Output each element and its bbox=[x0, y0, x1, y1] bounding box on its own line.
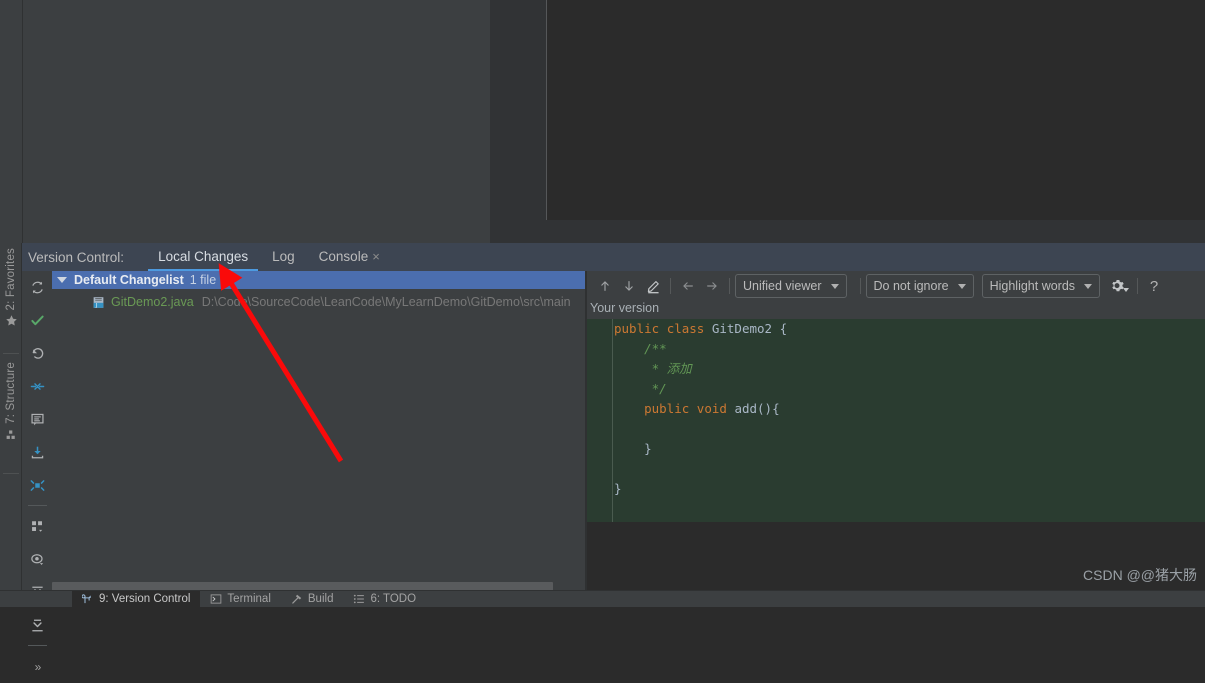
sidebar-item-favorites-label: 2: Favorites bbox=[5, 248, 17, 311]
commit-check-icon[interactable] bbox=[23, 304, 52, 337]
get-from-vcs-icon[interactable] bbox=[23, 436, 52, 469]
code-line: public void add(){ bbox=[614, 401, 780, 416]
chevron-down-icon bbox=[830, 283, 839, 289]
show-diff-icon[interactable] bbox=[23, 403, 52, 436]
gear-icon[interactable] bbox=[1108, 274, 1132, 298]
diff-toolbar: Unified viewer Do not ignore Highlight w… bbox=[587, 271, 1205, 301]
todo-icon bbox=[353, 593, 365, 605]
statusbar-item-version-control-label: 9: Version Control bbox=[99, 593, 191, 605]
tab-log-label: Log bbox=[272, 249, 295, 264]
rail-divider-1 bbox=[28, 505, 47, 506]
close-icon[interactable]: × bbox=[372, 243, 380, 271]
help-icon[interactable]: ? bbox=[1143, 278, 1165, 295]
refresh-icon[interactable] bbox=[23, 271, 52, 304]
table-row[interactable]: J GitDemo2.java D:\Code\SourceCode\LeanC… bbox=[52, 293, 585, 311]
arrow-up-icon[interactable] bbox=[593, 274, 617, 298]
code-line: */ bbox=[614, 381, 667, 396]
arrow-right-icon[interactable] bbox=[700, 274, 724, 298]
editor-pane-left bbox=[23, 0, 490, 243]
file-name: GitDemo2.java bbox=[111, 295, 194, 309]
statusbar-item-build[interactable]: Build bbox=[281, 591, 344, 608]
watermark: CSDN @@猪大肠 bbox=[1083, 567, 1197, 583]
rail-divider-2 bbox=[28, 645, 47, 646]
pencil-icon[interactable] bbox=[641, 274, 665, 298]
changelist-file-count: 1 file bbox=[189, 273, 217, 287]
diff-pane-label: Your version bbox=[590, 301, 660, 315]
toolbar-divider-2 bbox=[729, 278, 730, 294]
file-path: D:\Code\SourceCode\LeanCode\MyLearnDemo\… bbox=[201, 295, 571, 309]
editor-region bbox=[0, 0, 1205, 243]
local-changes-list: Default Changelist 1 file J GitDemo2.jav… bbox=[52, 271, 585, 607]
statusbar-item-version-control[interactable]: 9: Version Control bbox=[72, 590, 201, 608]
tab-console-label: Console bbox=[318, 249, 369, 264]
sidebar-item-structure[interactable]: 7: Structure bbox=[0, 362, 22, 446]
code-line: * 添加 bbox=[614, 361, 692, 376]
tab-local-changes-label: Local Changes bbox=[158, 249, 249, 264]
tab-log[interactable]: Log bbox=[260, 243, 307, 271]
code-line: public class GitDemo2 { bbox=[614, 321, 788, 336]
chevron-down-icon bbox=[1084, 283, 1093, 289]
preview-eye-icon[interactable] bbox=[23, 543, 52, 576]
toolbar-divider-1 bbox=[670, 278, 671, 294]
arrow-left-icon[interactable] bbox=[676, 274, 700, 298]
changelist-name: Default Changelist bbox=[74, 273, 184, 287]
editor-pane-right-footer bbox=[490, 220, 1205, 243]
terminal-icon bbox=[210, 593, 222, 605]
ignore-mode-label: Do not ignore bbox=[873, 279, 949, 293]
viewer-mode-dropdown[interactable]: Unified viewer bbox=[735, 274, 847, 298]
version-control-tabbar: Version Control: Local Changes Log Conso… bbox=[0, 243, 1205, 271]
vcs-icon bbox=[82, 593, 94, 605]
statusbar-item-todo[interactable]: 6: TODO bbox=[343, 591, 426, 608]
left-bar-divider bbox=[3, 353, 19, 354]
highlight-mode-dropdown[interactable]: Highlight words bbox=[981, 274, 1101, 298]
code-line: } bbox=[614, 441, 652, 456]
ignore-mode-dropdown[interactable]: Do not ignore bbox=[865, 274, 974, 298]
tool-window-title: Version Control: bbox=[28, 249, 125, 265]
bottom-tool-window-bar: 9: Version Control Terminal Build 6: TOD… bbox=[0, 590, 1205, 608]
left-tool-window-bar: 2: Favorites 7: Structure bbox=[0, 243, 22, 607]
sidebar-item-structure-label: 7: Structure bbox=[5, 362, 17, 424]
java-file-icon: J bbox=[92, 296, 105, 309]
chevron-down-icon bbox=[957, 283, 966, 289]
star-icon bbox=[5, 314, 18, 332]
group-by-icon[interactable] bbox=[23, 510, 52, 543]
toolbar-divider-4 bbox=[1137, 278, 1139, 294]
code-line: } bbox=[614, 481, 622, 496]
toolbar-divider-3 bbox=[859, 278, 861, 294]
arrow-down-icon[interactable] bbox=[617, 274, 641, 298]
editor-pane-right-content bbox=[547, 0, 1205, 220]
editor-pane-split-divider bbox=[546, 0, 547, 220]
structure-icon bbox=[5, 428, 18, 446]
diff-gutter-divider bbox=[612, 319, 613, 522]
statusbar-item-todo-label: 6: TODO bbox=[370, 593, 417, 605]
statusbar-item-build-label: Build bbox=[307, 593, 334, 605]
statusbar-item-terminal-label: Terminal bbox=[227, 593, 271, 605]
tab-console[interactable]: Console × bbox=[307, 243, 392, 271]
ide-window: Version Control: Local Changes Log Conso… bbox=[0, 0, 1205, 674]
left-bar-divider-2 bbox=[3, 473, 19, 474]
tab-local-changes[interactable]: Local Changes bbox=[146, 243, 260, 271]
code-line: /** bbox=[614, 341, 667, 356]
highlight-mode-label: Highlight words bbox=[989, 279, 1076, 293]
viewer-mode-label: Unified viewer bbox=[743, 279, 822, 293]
diff-code-content: public class GitDemo2 { /** * 添加 */ publ… bbox=[614, 319, 787, 499]
statusbar-item-terminal[interactable]: Terminal bbox=[200, 591, 280, 608]
shelve-icon[interactable] bbox=[23, 370, 52, 403]
hammer-icon bbox=[291, 593, 303, 605]
more-chevron-icon[interactable]: » bbox=[23, 650, 52, 683]
chevron-down-icon[interactable] bbox=[57, 277, 67, 283]
unshelve-icon[interactable] bbox=[23, 469, 52, 502]
diff-editor[interactable]: public class GitDemo2 { /** * 添加 */ publ… bbox=[587, 319, 1205, 607]
local-changes-toolbar-rail: » bbox=[23, 271, 52, 674]
sidebar-item-favorites[interactable]: 2: Favorites bbox=[0, 248, 22, 332]
svg-text:J: J bbox=[95, 302, 97, 308]
changelist-row[interactable]: Default Changelist 1 file bbox=[52, 271, 585, 289]
collapse-all-icon[interactable] bbox=[23, 609, 52, 642]
rollback-icon[interactable] bbox=[23, 337, 52, 370]
